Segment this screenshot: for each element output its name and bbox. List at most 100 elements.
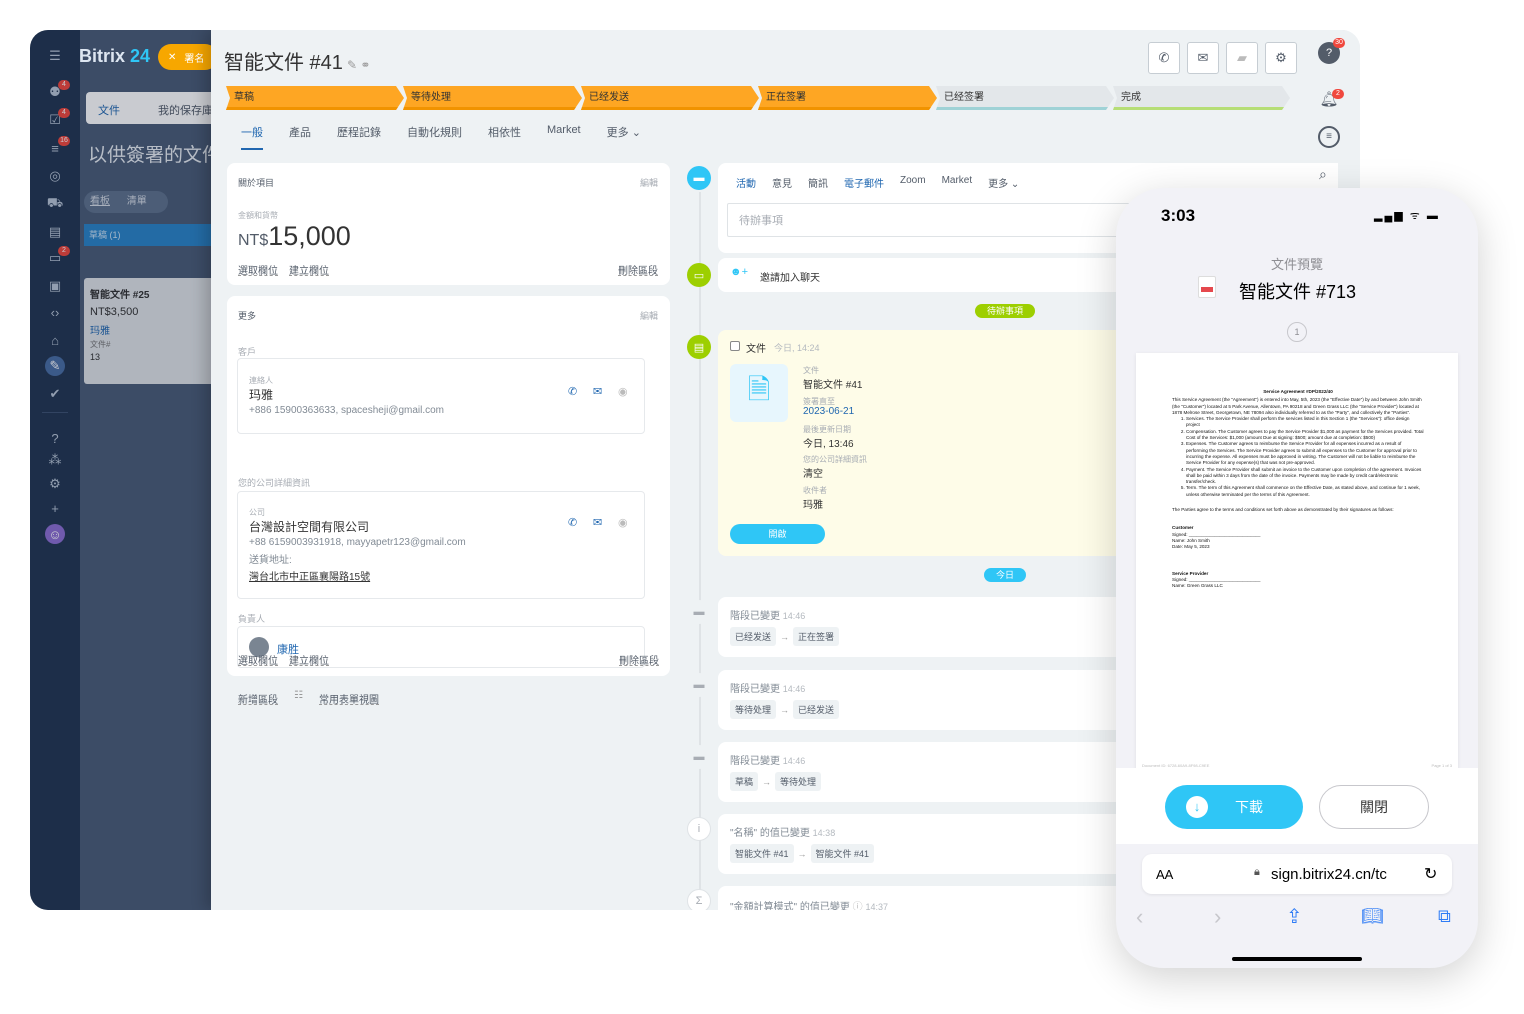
tab-history[interactable]: 歷程記錄 (337, 124, 381, 150)
stage-sent[interactable]: 已经发送 (581, 86, 759, 110)
about-edit[interactable]: 編輯 (640, 176, 658, 189)
doc-v1: 智能文件 #41 (803, 380, 863, 391)
preview-label: 文件預覽 (1270, 257, 1323, 272)
atab-more[interactable]: 更多 ⌄ (988, 175, 1019, 190)
company-address[interactable]: 灣台北市中正區襄陽路15號 (249, 568, 370, 583)
bell-badge: 2 (1332, 89, 1344, 99)
more-create-field-link[interactable]: 建立欄位 (289, 652, 329, 667)
more-edit[interactable]: 編輯 (640, 309, 658, 322)
phone-button[interactable]: ✆ (1148, 42, 1180, 74)
edit-pencil-icon[interactable]: ✎ ⚭ (347, 58, 370, 72)
company-chat-icon[interactable]: ◉ (618, 516, 628, 529)
stage-waiting[interactable]: 等待处理 (403, 86, 582, 110)
page-indicator: 1 (1287, 322, 1307, 342)
download-icon: ↓ (1186, 796, 1208, 818)
mail-icon: ✉ (1197, 50, 1209, 65)
address-bar[interactable]: AA 🔒︎ sign.bitrix24.cn/tc ↻ (1142, 854, 1452, 894)
tab-automation[interactable]: 自動化規則 (407, 124, 462, 150)
today-pill: 今日 (984, 568, 1026, 582)
phone-doc-title: 智能文件 #713 (1239, 282, 1357, 302)
contact-mail-icon[interactable]: ✉ (593, 385, 602, 398)
info-icon: i (687, 817, 711, 841)
tab-market[interactable]: Market (547, 124, 581, 150)
email-button[interactable]: ✉ (1187, 42, 1219, 74)
delete-section-link[interactable]: 刪除區段 (618, 262, 658, 277)
client-label: 客戶 (238, 347, 257, 357)
forward-icon[interactable]: › (1214, 904, 1221, 930)
back-icon[interactable]: ‹ (1136, 904, 1143, 930)
text-size-button[interactable]: AA (1156, 867, 1173, 882)
company-mail-icon[interactable]: ✉ (593, 516, 602, 529)
about-title: 關於項目 (238, 178, 275, 188)
search-icon[interactable]: ⌕ (1319, 166, 1327, 183)
contact-chat-icon[interactable]: ◉ (618, 385, 628, 398)
settings-button[interactable]: ⚙ (1265, 42, 1297, 74)
sign-badge[interactable]: ✕ 署名 (158, 44, 218, 70)
company-details: +88 6159003931918, mayyapetr123@gmail.co… (249, 537, 466, 548)
open-button[interactable]: 開啟 (730, 524, 825, 544)
form-view-icon: ☷ (294, 690, 303, 701)
more-delete-section-link[interactable]: 刪除區段 (619, 652, 659, 667)
atab-activity[interactable]: 活動 (736, 175, 756, 190)
amount-label: 金額和貨幣 (238, 211, 278, 220)
doc-checkbox[interactable] (730, 341, 740, 351)
company-block: 公司 台灣設計空間有限公司 +88 6159003931918, mayyape… (237, 491, 645, 599)
tab-general[interactable]: 一般 (241, 124, 263, 150)
doc-head: 文件 (746, 344, 766, 355)
tabs-icon[interactable]: ⧉ (1438, 906, 1451, 927)
create-field-link[interactable]: 建立欄位 (289, 262, 329, 277)
invite-label: 邀請加入聊天 (760, 273, 820, 284)
select-field-link[interactable]: 選取欄位 (238, 262, 278, 277)
contact-block: 連絡人 玛雅 +886 15900363633, spacesheji@gmai… (237, 358, 645, 434)
atab-email[interactable]: 電子郵件 (844, 175, 884, 190)
add-section-link[interactable]: 新增區段 (238, 691, 278, 706)
status-time: 3:03 (1161, 206, 1196, 225)
mobile-phone: 3:03 ▂▄▆ ᯤ ▬ 文件預覽 智能文件 #713 1 Service Ag… (1116, 188, 1478, 968)
atab-market[interactable]: Market (942, 175, 973, 190)
close-icon[interactable]: ✕ (168, 52, 176, 63)
tab-more[interactable]: 更多 ⌄ (607, 124, 641, 150)
add-person-icon: ☻+ (730, 266, 748, 278)
lock-icon: 🔒︎ (1254, 866, 1260, 878)
stage-draft[interactable]: 草稿 (226, 86, 404, 110)
company-label: 您的公司詳細資訊 (238, 478, 311, 488)
doc-v2: 2023-06-21 (803, 406, 855, 417)
doc-v3: 今日, 13:46 (803, 439, 854, 450)
brand-logo[interactable]: Bitrix 24 (79, 46, 150, 67)
common-form-view-link[interactable]: 常用表單視圖 (319, 691, 379, 706)
company-phone-icon[interactable]: ✆ (568, 516, 577, 529)
document-text: Service Agreement #DP/2022/40 This Servi… (1172, 389, 1424, 589)
share-icon[interactable]: ⇪ (1286, 904, 1303, 929)
stage-signing[interactable]: 正在签署 (758, 86, 937, 110)
doc-l1: 文件 (803, 366, 819, 375)
reload-icon[interactable]: ↻ (1424, 864, 1437, 884)
owner-label: 負責人 (238, 614, 266, 624)
chat-button[interactable]: ▰ (1226, 42, 1258, 74)
stage-signed[interactable]: 已经签署 (936, 86, 1114, 110)
sigma-icon: Σ (687, 889, 711, 910)
action-bar: 下載 ↓ 關閉 (1116, 768, 1478, 844)
atab-sms[interactable]: 簡訊 (808, 175, 828, 190)
atab-zoom[interactable]: Zoom (900, 175, 926, 190)
chat-icon: ▰ (1237, 50, 1247, 65)
stage-change-icon: ▬ (687, 673, 711, 697)
tab-products[interactable]: 產品 (289, 124, 311, 150)
more-select-field-link[interactable]: 選取欄位 (238, 652, 278, 667)
company-name[interactable]: 台灣設計空間有限公司 (249, 518, 369, 535)
overlay-dim (30, 30, 211, 910)
close-button[interactable]: 關閉 (1319, 785, 1429, 829)
atab-comment[interactable]: 意見 (772, 175, 792, 190)
more-card: 更多 編輯 客戶 連絡人 玛雅 +886 15900363633, spaces… (227, 296, 670, 676)
status-icons: ▂▄▆ ᯤ ▬ (1374, 210, 1440, 222)
stage-complete[interactable]: 完成 (1113, 86, 1290, 110)
doc-v5: 玛雅 (803, 500, 823, 511)
messages-icon[interactable]: ≡ (1318, 126, 1340, 148)
doc-l5: 收件者 (803, 486, 827, 495)
document-preview[interactable]: Service Agreement #DP/2022/40 This Servi… (1136, 353, 1458, 773)
todo-pill: 待辦事項 (975, 304, 1035, 318)
contact-name[interactable]: 玛雅 (249, 386, 273, 403)
contact-sub: 連絡人 (249, 376, 273, 385)
bookmarks-icon[interactable]: 📖︎ (1361, 906, 1384, 927)
contact-phone-icon[interactable]: ✆ (568, 385, 577, 398)
tab-dependencies[interactable]: 相依性 (488, 124, 521, 150)
